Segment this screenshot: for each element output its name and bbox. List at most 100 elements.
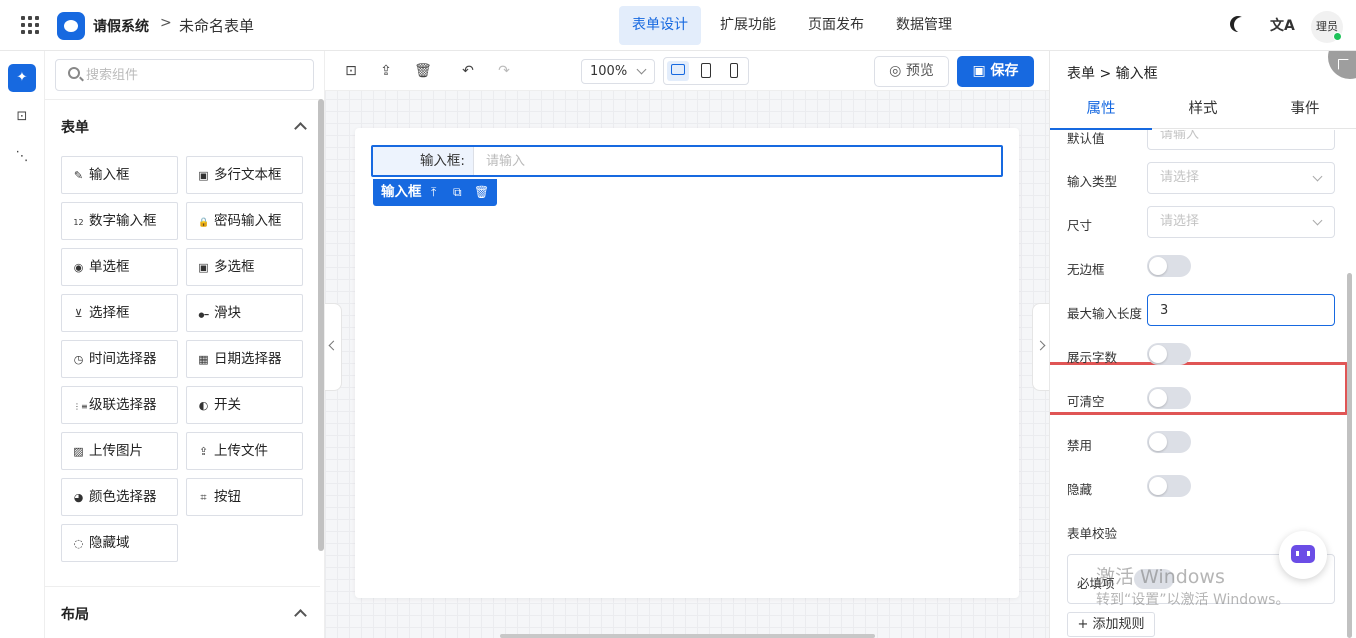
comp-label: 按钮 (214, 489, 241, 505)
default-value-input[interactable] (1147, 130, 1335, 150)
comp-label: 多行文本框 (214, 167, 282, 183)
button-icon: ⌗ (200, 491, 207, 504)
input-type-select[interactable]: 请选择 (1147, 162, 1335, 194)
undo-icon[interactable]: ↶ (459, 62, 477, 80)
comp-button[interactable]: ⌗ 按钮 (186, 478, 303, 516)
comp-time-picker[interactable]: ◷ 时间选择器 (61, 340, 178, 378)
canvas-horizontal-scrollbar[interactable] (500, 634, 875, 638)
fullscreen-icon[interactable] (1328, 51, 1356, 79)
tree-structure-icon[interactable]: ⋱ (8, 143, 36, 171)
slider-icon: ●━ (198, 311, 209, 319)
form-canvas[interactable]: 输入框: 输入框 ⤒ ⧉ 🗑 (355, 128, 1019, 598)
comp-textarea[interactable]: ▣ 多行文本框 (186, 156, 303, 194)
move-top-icon[interactable]: ⤒ (431, 179, 436, 206)
canvas-input-field[interactable]: 输入框: (371, 145, 1003, 177)
property-panel-scrollbar[interactable] (1347, 273, 1352, 638)
comp-label: 输入框 (89, 167, 130, 183)
component-search[interactable] (55, 59, 314, 91)
chevron-up-icon[interactable] (294, 122, 307, 135)
tab-form-design[interactable]: 表单设计 (619, 6, 701, 45)
export-icon[interactable]: ⇪ (377, 62, 395, 80)
hidden-toggle[interactable] (1147, 475, 1191, 497)
desktop-icon[interactable] (667, 61, 689, 81)
comp-switch[interactable]: ◐ 开关 (186, 386, 303, 424)
save-button[interactable]: ▣ 保存 (957, 56, 1034, 87)
comp-upload-file[interactable]: ⇪ 上传文件 (186, 432, 303, 470)
selected-field-badge: 输入框 ⤒ ⧉ 🗑 (373, 179, 497, 206)
tab-data-management[interactable]: 数据管理 (883, 6, 965, 45)
collapse-right-panel[interactable] (1032, 303, 1049, 391)
component-panel-scrollbar[interactable] (318, 99, 324, 551)
upload-icon: ⇪ (198, 445, 209, 458)
chevron-down-icon (1312, 171, 1323, 182)
trash-icon[interactable]: 🗑 (414, 62, 432, 80)
code-view-icon[interactable]: ⊡ (342, 62, 360, 80)
tablet-icon[interactable] (695, 61, 717, 81)
components-puzzle-icon[interactable]: ✦ (8, 64, 36, 92)
comp-cascader[interactable]: ⋮≡级联选择器 (61, 386, 178, 424)
tab-publish[interactable]: 页面发布 (795, 6, 877, 45)
design-canvas-area: ⊡ ⇪ 🗑 ↶ ↷ 100% ◎ 预览 ▣ 保存 输入框: 输入框 ⤒ ⧉ 🗑 (325, 51, 1049, 638)
comp-slider[interactable]: ●━ 滑块 (186, 294, 303, 332)
comp-color-picker[interactable]: ◕ 颜色选择器 (61, 478, 178, 516)
lock-icon: 🔒 (198, 218, 210, 228)
borderless-toggle[interactable] (1147, 255, 1191, 277)
clearable-toggle[interactable] (1147, 387, 1191, 409)
zoom-value: 100% (590, 64, 628, 79)
label-default-value: 默认值 (1067, 131, 1105, 146)
comp-radio[interactable]: ◉ 单选框 (61, 248, 178, 286)
tab-attributes[interactable]: 属性 (1050, 91, 1152, 130)
form-name[interactable]: 未命名表单 (179, 15, 254, 36)
preview-button[interactable]: ◎ 预览 (874, 56, 949, 87)
collapse-left-panel[interactable] (325, 303, 342, 391)
mobile-icon[interactable] (723, 61, 745, 81)
app-grid-icon[interactable] (21, 16, 39, 34)
max-length-input[interactable] (1147, 294, 1335, 326)
dark-mode-icon[interactable] (1234, 17, 1250, 33)
add-rule-button[interactable]: + 添加规则 (1067, 612, 1155, 637)
comp-checkbox[interactable]: ▣ 多选框 (186, 248, 303, 286)
section-title-layout[interactable]: 布局 (61, 604, 89, 624)
copy-icon[interactable]: ⧉ (453, 179, 462, 206)
section-title-form[interactable]: 表单 (61, 117, 89, 137)
size-select[interactable]: 请选择 (1147, 206, 1335, 238)
code-brackets-icon[interactable]: ⊡ (8, 103, 36, 131)
zoom-select[interactable]: 100% (581, 59, 655, 84)
online-status-dot (1333, 32, 1342, 41)
tab-styles[interactable]: 样式 (1152, 91, 1254, 129)
radio-icon: ◉ (73, 261, 84, 274)
search-input[interactable] (86, 65, 306, 85)
comp-date-picker[interactable]: ▦ 日期选择器 (186, 340, 303, 378)
comp-label: 日期选择器 (214, 351, 282, 367)
label-size: 尺寸 (1067, 218, 1093, 233)
comp-password-input[interactable]: 🔒 密码输入框 (186, 202, 303, 240)
comp-label: 级联选择器 (89, 397, 157, 413)
component-panel: 表单 ✎输入框 ▣多行文本框 12数字输入框 🔒密码输入框 ◉单选框 ▣多选框 … (45, 51, 325, 638)
app-name[interactable]: 请假系统 (93, 16, 149, 36)
comp-label: 数字输入框 (89, 213, 157, 229)
disabled-toggle[interactable] (1147, 431, 1191, 453)
select-icon: ⊻ (74, 307, 83, 320)
canvas-field-input[interactable] (473, 147, 1001, 175)
device-switcher (663, 57, 749, 85)
eye-off-icon: ◌ (73, 537, 84, 550)
ai-assistant-robot-icon[interactable] (1279, 531, 1327, 579)
comp-number-input[interactable]: 12 数字输入框 (61, 202, 178, 240)
tab-extensions[interactable]: 扩展功能 (707, 6, 789, 45)
redo-icon[interactable]: ↷ (495, 62, 513, 80)
comp-label: 颜色选择器 (89, 489, 157, 505)
property-breadcrumb: 表单 > 输入框 (1067, 66, 1158, 82)
comp-input[interactable]: ✎ 输入框 (61, 156, 178, 194)
trash-icon[interactable]: 🗑 (474, 179, 489, 206)
windows-watermark-subtitle: 转到“设置”以激活 Windows。 (1096, 592, 1290, 608)
comp-hidden-field[interactable]: ◌ 隐藏域 (61, 524, 178, 562)
floppy-icon: ▣ (972, 63, 991, 79)
show-count-toggle[interactable] (1147, 343, 1191, 365)
chevron-down-icon (636, 64, 647, 75)
comp-select[interactable]: ⊻ 选择框 (61, 294, 178, 332)
comp-upload-image[interactable]: ▨ 上传图片 (61, 432, 178, 470)
property-tabs: 属性 样式 事件 (1050, 91, 1356, 130)
tab-events[interactable]: 事件 (1254, 91, 1356, 129)
chevron-up-icon[interactable] (294, 609, 307, 622)
translate-icon[interactable]: 文A (1270, 15, 1295, 35)
